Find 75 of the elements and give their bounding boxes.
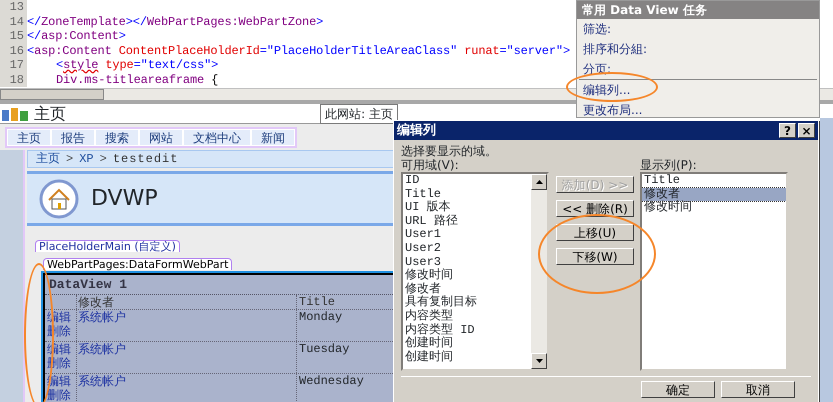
list-label: 显示列(P):	[640, 158, 697, 172]
site-title: 主页	[34, 104, 66, 122]
nav-tab[interactable]: 报告	[51, 129, 95, 146]
column-header: Title	[299, 295, 336, 309]
up-arrow-icon	[536, 180, 542, 184]
list-item[interactable]: URL 路径	[403, 214, 531, 228]
code-line: </ZoneTemplate></WebPartPages:WebPartZone>	[27, 14, 324, 29]
list-label: 可用域(V):	[401, 158, 459, 172]
table-cell: 系统帐户	[78, 342, 126, 356]
scroll-down-button[interactable]	[531, 353, 547, 369]
dialog-button[interactable]: 取消	[721, 381, 795, 398]
site-selector[interactable]: 此网站: 主页	[320, 104, 398, 124]
webpart-tag: WebPartPages:DataFormWebPart	[43, 258, 232, 270]
nav-tab[interactable]: 搜索	[95, 129, 139, 146]
menu-item[interactable]: 排序和分組:	[583, 42, 648, 56]
breadcrumb-separator: >	[66, 151, 74, 168]
list-item[interactable]: 修改者	[642, 188, 786, 202]
nav-tab[interactable]: 新闻	[251, 129, 295, 146]
action-button[interactable]: 下移(W)	[556, 248, 634, 265]
list-item[interactable]: 修改时间	[403, 269, 531, 283]
list-item[interactable]: Title	[403, 188, 531, 202]
table-cell: 系统帐户	[78, 310, 126, 324]
scrollbar-thumb[interactable]	[0, 89, 104, 100]
table-cell: Tuesday	[299, 342, 350, 356]
table-cell: 系统帐户	[78, 374, 126, 388]
table-cell: Monday	[299, 310, 342, 324]
breadcrumb-separator: >	[100, 151, 107, 168]
list-item[interactable]: 创建时间	[403, 337, 531, 351]
line-number: 18	[0, 72, 27, 87]
action-link[interactable]: 删除	[47, 388, 71, 402]
list-item[interactable]: 创建时间	[403, 350, 531, 364]
breadcrumb-link[interactable]: XP	[79, 150, 94, 168]
breadcrumb-link[interactable]: 主页	[36, 150, 60, 168]
action-button[interactable]: 上移(U)	[556, 224, 634, 241]
list-item[interactable]: User3	[403, 256, 531, 270]
panel-title: 常用 Data View 任务	[577, 1, 819, 19]
list-item[interactable]: UI 版本	[403, 201, 531, 215]
line-number: 17	[0, 58, 27, 72]
line-number: 16	[0, 44, 27, 58]
scroll-up-button[interactable]	[531, 174, 547, 190]
list-item[interactable]: 修改者	[403, 282, 531, 296]
list-item[interactable]: 具有复制目标	[403, 296, 531, 310]
line-number: 14	[0, 14, 27, 29]
code-line: </asp:Content>	[27, 29, 126, 44]
menu-item[interactable]: 编辑列...	[583, 83, 630, 97]
action-button[interactable]: << 删除(R)	[556, 200, 634, 217]
close-button[interactable]: ×	[798, 123, 815, 138]
column-header: 修改者	[78, 295, 114, 309]
down-arrow-icon	[536, 359, 542, 363]
page-title: DVWP	[91, 185, 158, 213]
help-button[interactable]: ?	[779, 123, 796, 138]
home-icon	[39, 178, 79, 218]
line-number: 13	[0, 0, 27, 14]
code-line: <style type="text/css">	[55, 58, 218, 72]
list-item[interactable]: User1	[403, 228, 531, 242]
placeholder-tag: PlaceHolderMain (自定义)	[35, 240, 180, 252]
menu-item[interactable]: 筛选:	[583, 22, 612, 36]
list-item[interactable]: ID	[403, 174, 531, 188]
logo-icon	[2, 106, 28, 120]
menu-item[interactable]: 更改布局...	[583, 103, 642, 117]
table-cell: Wednesday	[299, 374, 364, 388]
list-item[interactable]: 内容类型 ID	[403, 324, 531, 338]
dialog-button[interactable]: 确定	[641, 381, 715, 398]
nav-tab[interactable]: 网站	[139, 129, 183, 146]
code-line: Div.ms-titleareaframe {	[55, 72, 218, 87]
breadcrumb-current: testedit	[112, 151, 178, 168]
line-number: 15	[0, 29, 27, 44]
dialog-title: 编辑列	[397, 122, 437, 140]
list-item[interactable]: 内容类型	[403, 310, 531, 324]
list-item[interactable]: User2	[403, 242, 531, 256]
list-item[interactable]: Title	[642, 174, 786, 188]
nav-tab[interactable]: 文档中心	[183, 129, 251, 146]
nav-tab[interactable]: 主页	[7, 129, 51, 146]
code-line: <asp:Content ContentPlaceHolderId="PlaceHolderTitleAreaClass" runat="server">	[27, 44, 570, 58]
instruction-text: 选择要显示的域。	[401, 144, 497, 158]
